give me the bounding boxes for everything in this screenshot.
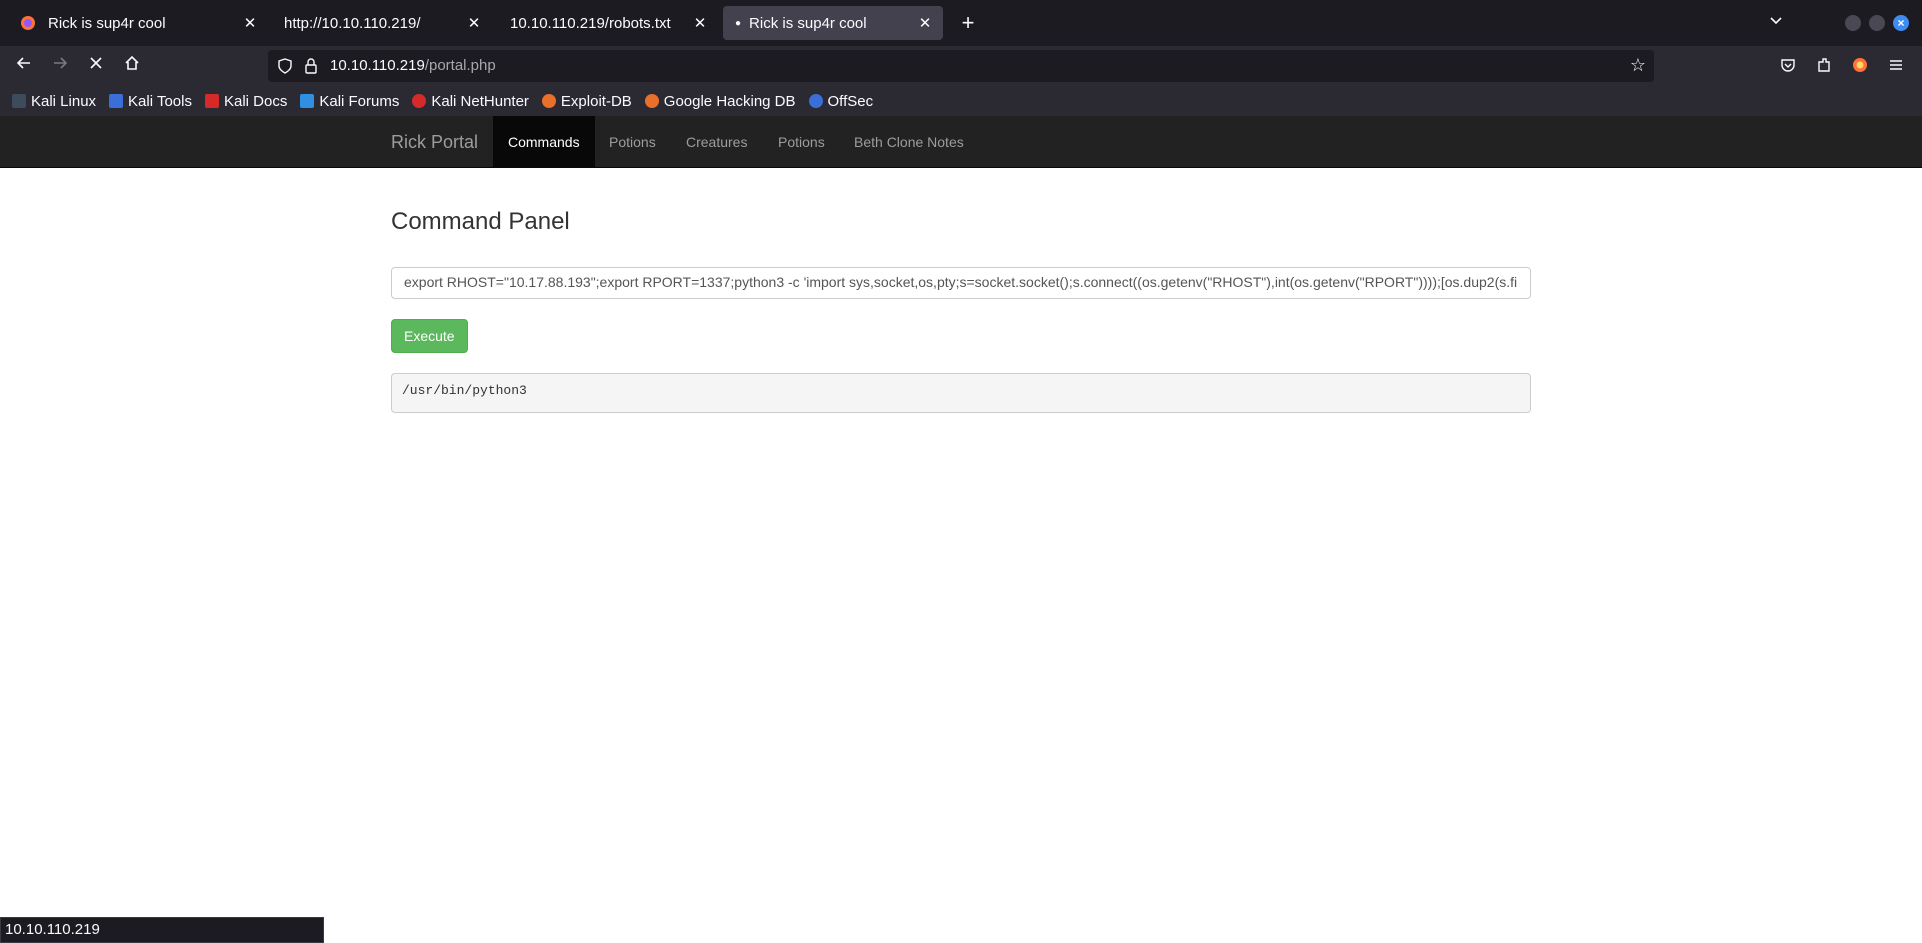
bookmark-label: OffSec xyxy=(827,92,874,110)
execute-button[interactable]: Execute xyxy=(391,319,468,353)
tab-rick-1[interactable]: Rick is sup4r cool ✕ xyxy=(8,6,268,40)
bookmark-label: Exploit-DB xyxy=(560,92,632,110)
nav-potions-2[interactable]: Potions xyxy=(763,116,840,168)
home-icon[interactable] xyxy=(120,54,144,78)
nethunter-icon xyxy=(412,94,427,108)
close-tab-icon[interactable]: ✕ xyxy=(913,14,937,32)
site-navbar: Rick Portal Commands Potions Creatures P… xyxy=(0,116,1922,168)
close-tab-icon[interactable]: ✕ xyxy=(462,14,486,32)
bookmark-google-hacking-db[interactable]: Google Hacking DB xyxy=(644,92,796,110)
offsec-icon xyxy=(808,94,823,108)
tab-title: 10.10.110.219/robots.txt xyxy=(510,14,671,32)
exploit-db-icon xyxy=(541,94,556,108)
command-input[interactable]: export RHOST="10.17.88.193";export RPORT… xyxy=(391,267,1531,299)
bookmark-label: Kali Docs xyxy=(223,92,288,110)
tab-title: Rick is sup4r cool xyxy=(48,14,166,32)
kali-forums-icon xyxy=(300,94,315,108)
lock-icon[interactable] xyxy=(302,57,320,75)
kali-dragon-icon xyxy=(12,94,26,108)
url-path: /portal.php xyxy=(424,57,496,74)
firefox-account-icon[interactable] xyxy=(1850,56,1870,76)
url-text: 10.10.110.219/portal.php xyxy=(330,57,496,74)
minimize-window-button[interactable] xyxy=(1845,15,1861,31)
close-window-button[interactable]: × xyxy=(1893,15,1909,31)
shield-icon[interactable] xyxy=(276,57,294,75)
status-bar-url: 10.10.110.219 xyxy=(0,917,324,943)
loading-dot-icon: ● xyxy=(735,17,742,29)
nav-potions[interactable]: Potions xyxy=(594,116,671,168)
kali-docs-icon xyxy=(204,94,219,108)
back-arrow-icon[interactable] xyxy=(12,54,36,78)
close-tab-icon[interactable]: ✕ xyxy=(238,14,262,32)
bookmark-label: Kali Forums xyxy=(319,92,400,110)
maximize-window-button[interactable] xyxy=(1869,15,1885,31)
browser-tab-bar: Rick is sup4r cool ✕ http://10.10.110.21… xyxy=(0,0,1922,46)
bookmark-kali-linux[interactable]: Kali Linux xyxy=(12,93,96,110)
site-brand[interactable]: Rick Portal xyxy=(391,116,478,168)
tab-title: http://10.10.110.219/ xyxy=(284,14,421,32)
bookmark-kali-docs[interactable]: Kali Docs xyxy=(204,92,288,110)
firefox-icon xyxy=(21,16,35,30)
nav-commands[interactable]: Commands xyxy=(493,116,595,168)
pocket-icon[interactable] xyxy=(1778,56,1798,76)
bookmark-kali-nethunter[interactable]: Kali NetHunter xyxy=(412,93,529,110)
browser-nav-bar: 10.10.110.219/portal.php ☆ xyxy=(0,46,1922,86)
bookmark-kali-forums[interactable]: Kali Forums xyxy=(300,93,399,110)
new-tab-button[interactable]: + xyxy=(955,10,981,36)
close-tab-icon[interactable]: ✕ xyxy=(688,14,712,32)
page-title: Command Panel xyxy=(391,208,570,235)
chevron-down-icon[interactable] xyxy=(1768,12,1784,33)
kali-tools-icon xyxy=(109,94,124,108)
bookmarks-toolbar: Kali Linux Kali Tools Kali Docs Kali For… xyxy=(0,86,1922,116)
nav-beth-clone-notes[interactable]: Beth Clone Notes xyxy=(839,116,979,168)
bookmark-label: Google Hacking DB xyxy=(663,92,796,110)
url-bar[interactable]: 10.10.110.219/portal.php ☆ xyxy=(268,50,1654,82)
menu-icon[interactable] xyxy=(1886,56,1906,76)
tab-robots[interactable]: 10.10.110.219/robots.txt ✕ xyxy=(494,6,718,40)
bookmark-offsec[interactable]: OffSec xyxy=(808,92,874,110)
ghdb-icon xyxy=(644,94,659,108)
tab-rick-active[interactable]: ● Rick is sup4r cool ✕ xyxy=(723,6,943,40)
tab-title: Rick is sup4r cool xyxy=(749,14,867,32)
bookmark-star-icon[interactable]: ☆ xyxy=(1630,55,1646,76)
bookmark-label: Kali Linux xyxy=(31,92,97,110)
command-output: /usr/bin/python3 xyxy=(391,373,1531,413)
extensions-icon[interactable] xyxy=(1814,56,1834,76)
stop-loading-icon[interactable] xyxy=(84,54,108,78)
bookmark-exploit-db[interactable]: Exploit-DB xyxy=(541,92,632,110)
bookmark-label: Kali Tools xyxy=(128,92,192,110)
tab-http-home[interactable]: http://10.10.110.219/ ✕ xyxy=(268,6,492,40)
bookmark-label: Kali NetHunter xyxy=(431,92,529,110)
bookmark-kali-tools[interactable]: Kali Tools xyxy=(109,93,192,110)
nav-creatures[interactable]: Creatures xyxy=(671,116,762,168)
url-host: 10.10.110.219 xyxy=(330,57,425,74)
forward-arrow-icon[interactable] xyxy=(48,54,72,78)
